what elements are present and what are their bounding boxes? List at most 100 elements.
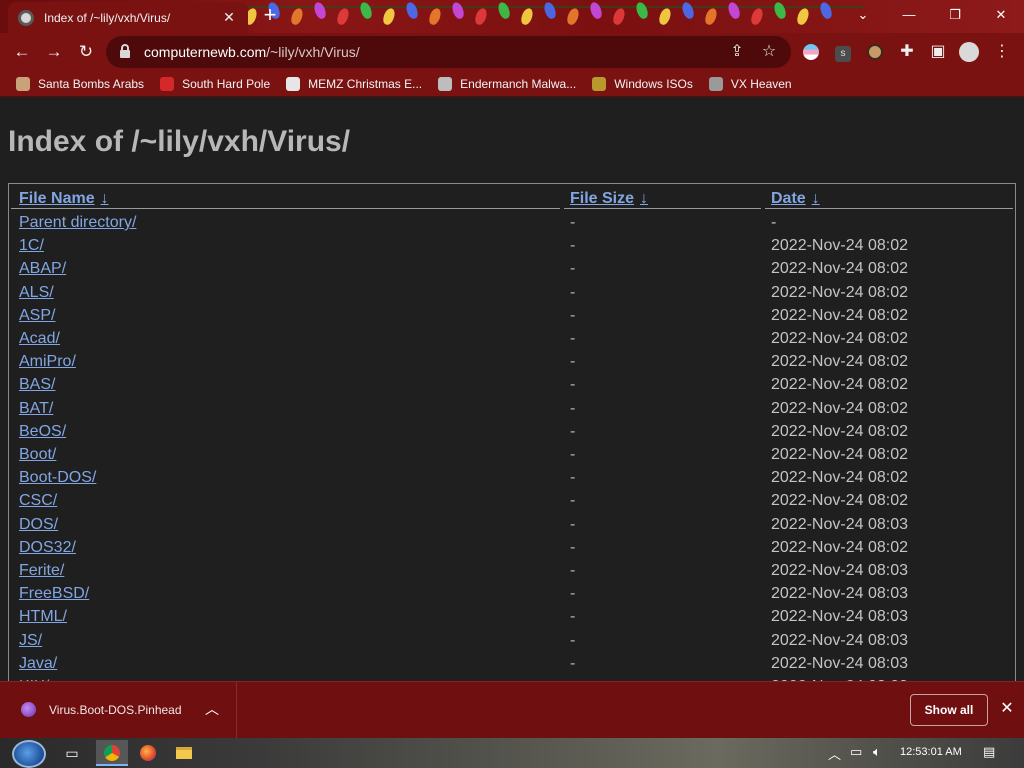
page-title: Index of /~lily/vxh/Virus/ xyxy=(8,125,351,158)
new-tab-button[interactable]: + xyxy=(258,4,282,28)
menu-kebab-icon[interactable]: ⋮ xyxy=(991,41,1013,63)
file-link[interactable]: Java/ xyxy=(19,655,57,673)
memz-icon xyxy=(286,76,301,91)
light-bulb xyxy=(680,0,696,21)
file-date: 2022-Nov-24 08:02 xyxy=(771,306,908,324)
forward-button[interactable]: → xyxy=(43,41,65,63)
bookmark-item[interactable]: VX Heaven xyxy=(708,76,792,91)
bookmark-item[interactable]: MEMZ Christmas E... xyxy=(286,76,422,91)
tab-search-icon[interactable]: ⌄ xyxy=(840,0,886,30)
file-link[interactable]: AmiPro/ xyxy=(19,353,76,371)
table-row: Java/ - 2022-Nov-24 08:03 xyxy=(9,655,1015,678)
table-row: BAT/ - 2022-Nov-24 08:02 xyxy=(9,400,1015,423)
light-bulb xyxy=(818,0,834,21)
light-bulb xyxy=(473,6,489,27)
show-all-button[interactable]: Show all xyxy=(910,694,988,726)
notifications-icon[interactable]: ▤ xyxy=(983,744,995,760)
file-link[interactable]: ABAP/ xyxy=(19,260,66,278)
bookmark-label: South Hard Pole xyxy=(182,76,271,91)
file-link[interactable]: BeOS/ xyxy=(19,423,66,441)
extensions-puzzle-icon[interactable]: ✚ xyxy=(896,41,918,63)
file-link[interactable]: DOS/ xyxy=(19,516,58,534)
network-icon[interactable]: ▭ xyxy=(850,744,862,760)
file-link[interactable]: FreeBSD/ xyxy=(19,585,89,603)
chrome-taskbar-icon[interactable] xyxy=(96,740,128,766)
file-size: - xyxy=(570,353,576,371)
file-date: 2022-Nov-24 08:02 xyxy=(771,260,908,278)
file-link[interactable]: DOS32/ xyxy=(19,539,76,557)
light-bulb xyxy=(450,0,466,21)
table-row: 1C/ - 2022-Nov-24 08:02 xyxy=(9,237,1015,260)
table-row: Parent directory/ - - xyxy=(9,214,1015,237)
bookmark-item[interactable]: Santa Bombs Arabs xyxy=(16,76,144,91)
column-header-date[interactable]: Date ↓ xyxy=(771,190,820,208)
address-bar[interactable]: computernewb.com/~lily/vxh/Virus/ xyxy=(106,36,791,68)
file-size: - xyxy=(570,608,576,626)
file-date: 2022-Nov-24 08:03 xyxy=(771,515,908,533)
file-link[interactable]: 1C/ xyxy=(19,237,44,255)
file-size: - xyxy=(570,422,576,440)
file-link[interactable]: HTML/ xyxy=(19,608,67,626)
taskbar-clock[interactable]: 12:53:01 AM xyxy=(900,746,962,758)
table-row: BAS/ - 2022-Nov-24 08:02 xyxy=(9,376,1015,399)
task-view-icon[interactable]: ▭ xyxy=(56,740,88,766)
file-link[interactable]: Acad/ xyxy=(19,330,60,348)
file-link[interactable]: BAT/ xyxy=(19,400,53,418)
file-link[interactable]: Boot/ xyxy=(19,446,56,464)
light-bulb xyxy=(289,6,305,27)
bookmark-star-icon[interactable]: ☆ xyxy=(758,41,780,63)
file-size: - xyxy=(570,492,576,510)
lock-icon[interactable] xyxy=(120,44,130,58)
download-item[interactable]: Virus.Boot-DOS.Pinhead ︿ xyxy=(0,682,237,738)
file-date: 2022-Nov-24 08:02 xyxy=(771,469,908,487)
column-header-file-size[interactable]: File Size ↓ xyxy=(570,190,648,208)
file-size: - xyxy=(570,306,576,324)
tray-chevron-up-icon[interactable]: ︿ xyxy=(828,744,841,763)
bookmark-item[interactable]: Windows ISOs xyxy=(592,76,693,91)
bookmark-item[interactable]: South Hard Pole xyxy=(160,76,271,91)
url-host: computernewb.com xyxy=(144,44,267,60)
share-icon[interactable]: ⇪ xyxy=(726,41,748,63)
windows-taskbar: ▭ ︿ ▭ 🔈︎ 12:53:01 AM ▤ xyxy=(0,738,1024,768)
minimize-button[interactable]: — xyxy=(886,0,932,30)
date-header-label: Date xyxy=(771,190,806,207)
light-bulb xyxy=(703,6,719,27)
file-link[interactable]: ASP/ xyxy=(19,307,55,325)
window-close-button[interactable]: ✕ xyxy=(978,0,1024,30)
volume-icon[interactable]: 🔈︎ xyxy=(873,744,881,760)
bookmark-item[interactable]: Endermanch Malwa... xyxy=(438,76,576,91)
vx-icon xyxy=(708,76,723,91)
file-date: 2022-Nov-24 08:03 xyxy=(771,608,908,626)
file-link[interactable]: Parent directory/ xyxy=(19,214,136,232)
start-button[interactable] xyxy=(12,740,46,768)
back-button[interactable]: ← xyxy=(11,41,33,63)
restore-button[interactable]: ❐ xyxy=(932,0,978,30)
extension-avatar-icon[interactable] xyxy=(864,41,886,63)
tab-active[interactable]: Index of /~lily/vxh/Virus/ ✕ xyxy=(8,2,248,33)
light-bulb xyxy=(542,0,558,21)
file-listing-table: File Name ↓ File Size ↓ Date ↓ Parent direc… xyxy=(8,183,1016,681)
file-link[interactable]: Ferite/ xyxy=(19,562,64,580)
profile-icon[interactable] xyxy=(958,41,980,63)
extension-flag-icon[interactable] xyxy=(800,41,822,63)
url-text: computernewb.com/~lily/vxh/Virus/ xyxy=(144,44,360,60)
file-link[interactable]: JS/ xyxy=(19,632,42,650)
side-panel-icon[interactable]: ▣ xyxy=(927,41,949,63)
file-size: - xyxy=(570,469,576,487)
extension-s-icon[interactable]: s xyxy=(832,41,854,63)
file-date: - xyxy=(771,214,777,231)
tab-close-icon[interactable]: ✕ xyxy=(220,9,238,26)
firefox-taskbar-icon[interactable] xyxy=(132,740,164,766)
chevron-up-icon[interactable]: ︿ xyxy=(205,699,219,719)
download-bar-close-icon[interactable]: ✕ xyxy=(997,698,1017,718)
file-link[interactable]: ALS/ xyxy=(19,284,54,302)
file-link[interactable]: BAS/ xyxy=(19,376,55,394)
file-date: 2022-Nov-24 08:02 xyxy=(771,330,908,347)
table-row: DOS/ - 2022-Nov-24 08:03 xyxy=(9,516,1015,539)
table-row: Ferite/ - 2022-Nov-24 08:03 xyxy=(9,562,1015,585)
reload-button[interactable]: ↻ xyxy=(75,41,97,63)
file-explorer-icon[interactable] xyxy=(168,740,200,766)
column-header-file-name[interactable]: File Name ↓ xyxy=(19,190,109,208)
file-link[interactable]: Boot-DOS/ xyxy=(19,469,96,487)
file-link[interactable]: CSC/ xyxy=(19,492,57,510)
